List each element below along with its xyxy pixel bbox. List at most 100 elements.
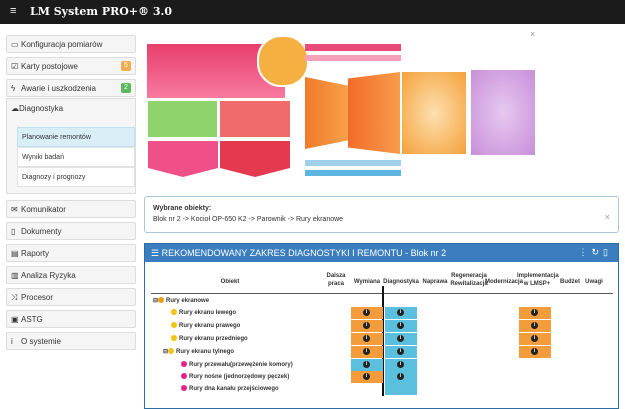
more-icon[interactable]: ⋮	[579, 247, 592, 257]
info-icon[interactable]: i	[363, 322, 370, 329]
cell-implementacja[interactable]: i	[519, 307, 551, 319]
cell-wymiana[interactable]: i	[351, 307, 383, 319]
hamburger-icon[interactable]: ≡	[10, 5, 16, 17]
status-dot	[171, 322, 177, 328]
banner-block	[148, 141, 218, 177]
col-header: Naprawa	[422, 279, 448, 285]
cell-wymiana[interactable]: i	[351, 371, 383, 383]
banner-stripe	[305, 55, 401, 61]
info-icon[interactable]: i	[397, 361, 404, 368]
table-row[interactable]: Rury przewału(przewężenie komory) i i	[153, 359, 605, 371]
info-icon[interactable]: i	[363, 373, 370, 380]
info-icon[interactable]: i	[397, 373, 404, 380]
info-icon[interactable]: i	[363, 335, 370, 342]
table-row[interactable]: Rury ekranu przedniego i i i	[153, 333, 605, 345]
info-icon[interactable]: i	[363, 348, 370, 355]
submenu-planowanie[interactable]: Planowanie remontów	[17, 127, 135, 147]
banner-stripe	[305, 44, 401, 51]
cell-wymiana[interactable]: i	[351, 346, 383, 358]
sidebar-item-konfiguracja[interactable]: ▭ Konfiguracja pomiarów	[6, 35, 136, 53]
sidebar-item-procesor[interactable]: ⤨ Procesor	[6, 288, 136, 306]
pdf-icon[interactable]: ▯	[603, 247, 612, 257]
banner-circle	[257, 35, 309, 87]
col-header: Implementacja w LMSP+	[517, 273, 559, 287]
sidebar-item-karty[interactable]: ☑ Karty postojowe 5	[6, 57, 136, 75]
table-row[interactable]: Rury nośne (jednorzędowy pęczek) i i	[153, 371, 605, 383]
table-row[interactable]: Rury ekranu lewego i i i	[153, 307, 605, 319]
sidebar-item-raporty[interactable]: ▤ Raporty	[6, 244, 136, 262]
list-icon: ☰	[151, 248, 162, 258]
cell-diagnostyka[interactable]: i	[385, 346, 417, 358]
col-header: Diagnostyka	[383, 279, 419, 285]
envelope-icon: ✉	[11, 205, 18, 214]
banner-block	[471, 70, 535, 155]
close-icon[interactable]: ×	[530, 29, 535, 39]
col-header: Modernizacja	[485, 279, 524, 285]
cloud-icon: ☁	[11, 104, 19, 113]
info-icon[interactable]: i	[531, 348, 538, 355]
banner-block	[305, 77, 348, 149]
sidebar-item-o-systemie[interactable]: iO systemie	[6, 332, 136, 350]
status-dot	[181, 361, 187, 367]
submenu-wyniki[interactable]: Wyniki badań	[17, 147, 135, 167]
sidebar-item-astg[interactable]: ▣ ASTG	[6, 310, 136, 328]
cell-wymiana[interactable]: i	[351, 320, 383, 332]
monitor-icon: ▣	[11, 315, 19, 324]
decorative-banner: ×	[144, 29, 619, 187]
cell-diagnostyka[interactable]: i	[385, 320, 417, 332]
report-icon: ▤	[11, 249, 19, 258]
info-icon[interactable]: i	[397, 309, 404, 316]
status-dot	[158, 297, 165, 303]
cell-implementacja[interactable]: i	[519, 333, 551, 345]
info-icon: i	[11, 337, 13, 346]
app-title: LM System PRO+® 3.0	[30, 5, 172, 18]
sidebar-item-diagnostyka[interactable]: ☁Diagnostyka	[11, 104, 63, 113]
banner-block	[220, 101, 290, 137]
status-dot	[171, 335, 177, 341]
cell-diagnostyka[interactable]: i	[385, 307, 417, 319]
panel-header: ☰ REKOMENDOWANY ZAKRES DIAGNOSTYKI I REM…	[145, 244, 618, 262]
cell-implementacja[interactable]: i	[519, 320, 551, 332]
diagnostyka-panel: ☁Diagnostyka Planowanie remontów Wyniki …	[6, 98, 136, 194]
table-row[interactable]: ⊟ Rury ekranu tylnego i i i	[153, 346, 605, 358]
count-badge: 2	[121, 83, 131, 93]
banner-stripe	[305, 160, 401, 166]
status-dot	[171, 309, 177, 315]
recommendations-panel: ☰ REKOMENDOWANY ZAKRES DIAGNOSTYKI I REM…	[144, 243, 619, 409]
cell-wymiana[interactable]: i	[351, 333, 383, 345]
check-square-icon: ☑	[11, 62, 19, 71]
cell-diagnostyka[interactable]	[385, 383, 417, 395]
submenu-diagnozy[interactable]: Diagnozy i prognozy	[17, 167, 135, 187]
refresh-icon[interactable]: ↻	[592, 247, 604, 257]
cell-implementacja[interactable]: i	[519, 346, 551, 358]
info-icon[interactable]: i	[363, 309, 370, 316]
sidebar-item-analiza[interactable]: ▥ Analiza Ryzyka	[6, 266, 136, 284]
info-icon[interactable]: i	[397, 335, 404, 342]
sidebar-item-dokumenty[interactable]: ▯ Dokumenty	[6, 222, 136, 240]
cell-diagnostyka[interactable]: i	[385, 333, 417, 345]
col-header: Uwagi	[585, 279, 603, 285]
banner-stripe	[305, 170, 401, 176]
cell-diagnostyka[interactable]: i	[385, 371, 417, 383]
info-icon[interactable]: i	[397, 322, 404, 329]
info-icon[interactable]: i	[531, 322, 538, 329]
table-row[interactable]: ⊟ Rury ekranowe	[153, 295, 605, 307]
cell-diagnostyka[interactable]: i	[385, 359, 417, 371]
sidebar-item-awarie[interactable]: ϟ Awarie i uszkodzenia 2	[6, 79, 136, 97]
info-icon[interactable]: i	[531, 335, 538, 342]
info-icon[interactable]: i	[363, 361, 370, 368]
status-dot	[168, 348, 175, 354]
close-icon[interactable]: ×	[605, 212, 610, 222]
table-row[interactable]: Rury ekranu prawego i i i	[153, 320, 605, 332]
sidebar-item-komunikator[interactable]: ✉ Komunikator	[6, 200, 136, 218]
table-row[interactable]: Rury dna kanału przejściowego	[153, 383, 605, 395]
info-icon[interactable]: i	[397, 348, 404, 355]
bolt-icon: ϟ	[11, 84, 16, 93]
top-bar: ≡ LM System PRO+® 3.0	[0, 0, 625, 24]
col-header: Wymiana	[353, 279, 381, 285]
cell-wymiana[interactable]: i	[351, 359, 383, 371]
chart-icon: ▥	[11, 271, 19, 280]
info-icon[interactable]: i	[531, 309, 538, 316]
banner-block	[220, 141, 290, 177]
col-header: Obiekt	[220, 279, 240, 285]
